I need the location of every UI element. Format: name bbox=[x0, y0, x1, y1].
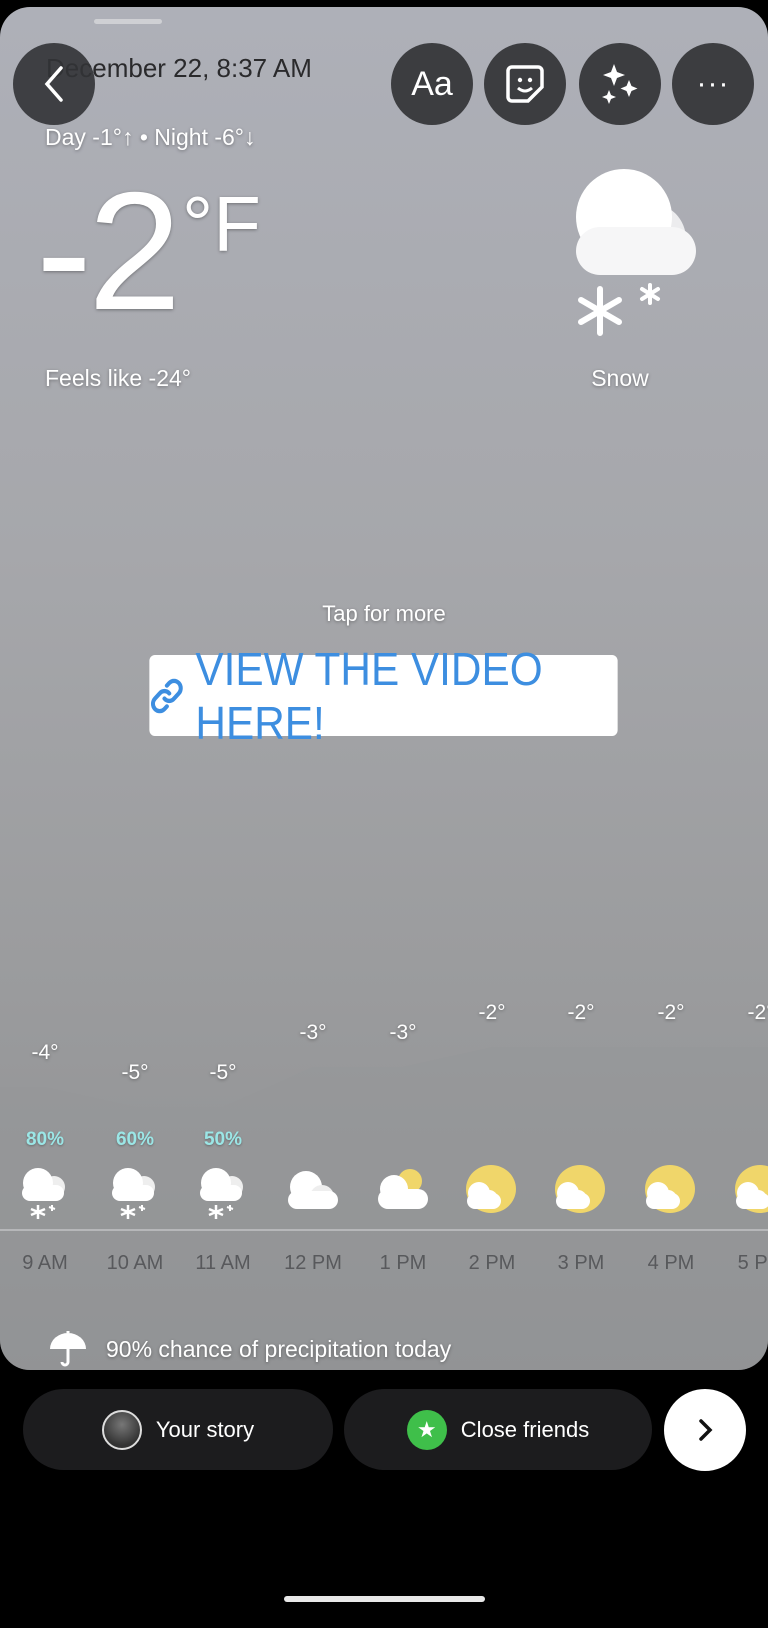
hour-time: 9 AM bbox=[22, 1252, 68, 1274]
hour-icon bbox=[626, 1165, 716, 1228]
snow-icon bbox=[22, 1168, 65, 1219]
hour-icon bbox=[716, 1165, 768, 1228]
hour-icon bbox=[178, 1165, 268, 1228]
hour-temp: -2° bbox=[657, 1001, 685, 1024]
your-story-label: Your story bbox=[155, 1416, 255, 1442]
hour-temp: -5° bbox=[209, 1061, 237, 1084]
close-friends-label: Close friends bbox=[460, 1416, 590, 1442]
umbrella-icon bbox=[50, 1331, 86, 1367]
cloudy-icon bbox=[288, 1171, 338, 1209]
hour-time: 3 PM bbox=[557, 1252, 605, 1274]
chevron-right-icon bbox=[699, 1419, 713, 1441]
hour-icon bbox=[0, 1165, 90, 1228]
hourly-forecast[interactable]: -4° 80% 9 AM -5° 60% 10 AM -5° 50% 11 AM -3° 12 PM… bbox=[0, 7, 768, 1370]
hour-icon bbox=[90, 1165, 180, 1228]
hour-precip: 80% bbox=[25, 1129, 65, 1150]
hour-icon bbox=[358, 1165, 448, 1228]
hour-icon bbox=[268, 1165, 358, 1228]
hour-time: 4 PM bbox=[647, 1252, 695, 1274]
precipitation-summary: 90% chance of precipitation today bbox=[48, 1329, 451, 1369]
hour-time: 2 PM bbox=[468, 1252, 516, 1274]
hour-precip: 50% bbox=[203, 1129, 243, 1150]
mostly-cloudy-icon bbox=[378, 1169, 428, 1209]
divider bbox=[0, 1229, 768, 1231]
snow-icon bbox=[112, 1168, 155, 1219]
avatar bbox=[101, 1409, 142, 1450]
hour-temp: -3° bbox=[389, 1021, 417, 1044]
home-indicator[interactable] bbox=[284, 1596, 485, 1602]
hour-temp: -2° bbox=[747, 1001, 768, 1024]
star-icon: ★ bbox=[406, 1409, 447, 1450]
partly-sunny-icon bbox=[735, 1165, 768, 1213]
hour-time: 1 PM bbox=[379, 1252, 427, 1274]
hour-icon bbox=[536, 1165, 626, 1228]
hour-temp: -4° bbox=[31, 1041, 59, 1064]
hour-temp: -5° bbox=[121, 1061, 149, 1084]
hour-time: 11 AM bbox=[195, 1252, 251, 1274]
snow-icon bbox=[200, 1168, 243, 1219]
your-story-button[interactable]: Your story bbox=[23, 1389, 333, 1470]
hour-precip: 60% bbox=[115, 1129, 155, 1150]
hour-icon bbox=[447, 1165, 537, 1228]
partly-sunny-icon bbox=[466, 1165, 516, 1213]
hour-time: 12 PM bbox=[284, 1252, 342, 1274]
close-friends-button[interactable]: ★ Close friends bbox=[344, 1389, 652, 1470]
hour-temp: -2° bbox=[478, 1001, 506, 1024]
hour-temp: -3° bbox=[299, 1021, 327, 1044]
next-button[interactable] bbox=[664, 1389, 746, 1471]
weather-story-card[interactable]: December 22, 8:37 AM Aa ··· Day -1°↑ • N… bbox=[0, 7, 768, 1370]
hour-temp: -2° bbox=[567, 1001, 595, 1024]
precipitation-text: 90% chance of precipitation today bbox=[106, 1335, 452, 1362]
hour-time: 10 AM bbox=[106, 1252, 164, 1274]
partly-sunny-icon bbox=[645, 1165, 695, 1213]
hour-time: 5 PM bbox=[737, 1252, 768, 1274]
partly-sunny-icon bbox=[555, 1165, 605, 1213]
